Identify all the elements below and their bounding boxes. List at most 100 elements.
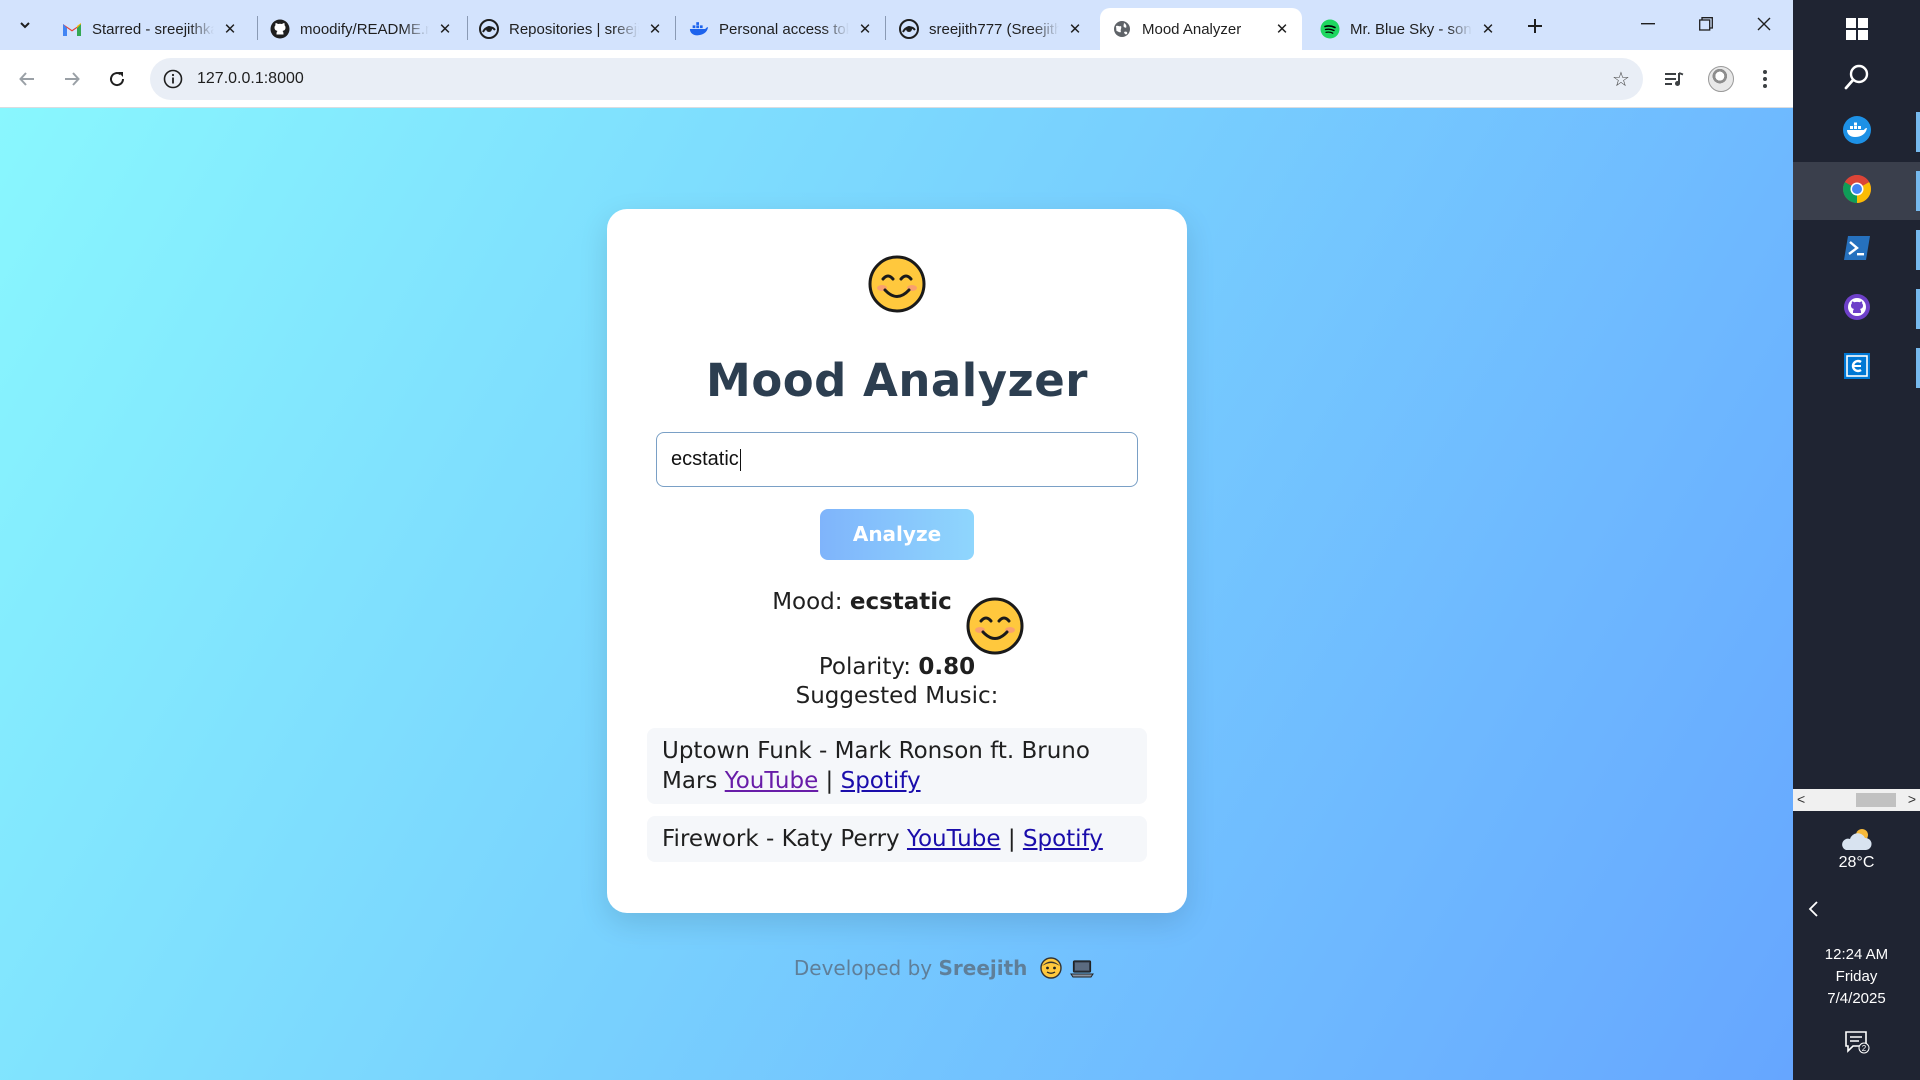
docker-hub-icon xyxy=(479,19,499,39)
profile-button[interactable] xyxy=(1705,63,1737,95)
running-indicator xyxy=(1916,171,1920,211)
close-icon[interactable]: ✕ xyxy=(435,19,455,39)
scrollbar-thumb[interactable] xyxy=(1856,793,1896,807)
playlist-icon xyxy=(1665,72,1684,86)
song-item: Uptown Funk - Mark Ronson ft. Bruno Mars… xyxy=(647,728,1147,804)
tab-separator xyxy=(885,16,886,40)
back-button[interactable] xyxy=(10,62,44,96)
spotify-link[interactable]: Spotify xyxy=(841,768,921,794)
tab-search-button[interactable] xyxy=(10,10,40,40)
tab-docker-repositories[interactable]: Repositories | sreejith ✕ xyxy=(467,8,675,50)
show-hidden-icons-button[interactable] xyxy=(1807,900,1819,924)
mood-label: Mood: xyxy=(772,589,843,615)
clock-day: Friday xyxy=(1835,968,1878,985)
search-button[interactable] xyxy=(1793,48,1920,106)
close-icon[interactable]: ✕ xyxy=(855,19,875,39)
docker-hub-icon xyxy=(899,19,919,39)
tab-title: Repositories | sreejith xyxy=(509,20,639,38)
smiling-face-icon xyxy=(868,255,926,318)
browser-toolbar: 127.0.0.1:8000 ☆ xyxy=(0,50,1793,108)
taskbar-docker-desktop[interactable] xyxy=(1793,103,1920,161)
close-window-button[interactable] xyxy=(1735,0,1793,48)
system-clock[interactable]: 12:24 AM Friday 7/4/2025 xyxy=(1793,944,1920,1010)
windows-taskbar: < > 28°C 12:24 AM Friday 7/4/2025 2 xyxy=(1793,0,1920,1080)
forward-button[interactable] xyxy=(55,62,89,96)
restore-button[interactable] xyxy=(1677,0,1735,48)
mood-analyzer-card: Mood Analyzer ecstatic Analyze Mood: ecs… xyxy=(607,209,1187,913)
taskbar-powershell[interactable] xyxy=(1793,221,1920,279)
notification-icon: 2 xyxy=(1844,1031,1869,1054)
docker-icon xyxy=(689,19,709,39)
youtube-link[interactable]: YouTube xyxy=(907,826,1001,852)
running-indicator xyxy=(1916,289,1920,329)
tab-gmail[interactable]: Starred - sreejithkar ✕ xyxy=(50,8,250,50)
windows-logo-icon xyxy=(1845,18,1868,40)
tab-github-readme[interactable]: moodify/README.md ✕ xyxy=(258,8,465,50)
forward-arrow-icon xyxy=(65,72,80,86)
tab-title: sreejith777 (Sreejith) xyxy=(929,20,1059,38)
notification-center-button[interactable]: 2 xyxy=(1793,1030,1920,1054)
minimize-icon xyxy=(1641,23,1655,25)
close-icon[interactable]: ✕ xyxy=(1272,19,1292,39)
github-desktop-icon xyxy=(1843,293,1871,326)
site-info-icon[interactable] xyxy=(162,68,184,90)
url-text: 127.0.0.1:8000 xyxy=(197,70,304,87)
tab-personal-access-tokens[interactable]: Personal access tokens ✕ xyxy=(677,8,885,50)
close-icon[interactable]: ✕ xyxy=(645,19,665,39)
minimize-button[interactable] xyxy=(1619,0,1677,48)
close-icon[interactable]: ✕ xyxy=(1478,19,1498,39)
address-bar[interactable]: 127.0.0.1:8000 ☆ xyxy=(150,58,1643,100)
mood-input[interactable]: ecstatic xyxy=(656,432,1138,487)
link-separator: | xyxy=(825,768,834,794)
avatar xyxy=(1708,66,1734,92)
suggested-music-heading: Suggested Music: xyxy=(795,683,999,709)
new-tab-button[interactable] xyxy=(1521,12,1549,40)
taskbar-github-desktop[interactable] xyxy=(1793,280,1920,338)
song-item: Firework - Katy Perry YouTube | Spotify xyxy=(647,816,1147,862)
search-icon xyxy=(1844,64,1868,90)
scroll-right-icon[interactable]: > xyxy=(1908,791,1916,807)
taskbar-scrollbar[interactable]: < > xyxy=(1793,789,1920,811)
weather-widget[interactable]: 28°C xyxy=(1793,826,1920,872)
youtube-link[interactable]: YouTube xyxy=(725,768,819,794)
reload-button[interactable] xyxy=(100,62,134,96)
tab-title: Mr. Blue Sky - song xyxy=(1350,20,1472,38)
github-icon xyxy=(270,19,290,39)
page-title: Mood Analyzer xyxy=(706,354,1088,407)
gmail-icon xyxy=(62,19,82,39)
spotify-link[interactable]: Spotify xyxy=(1023,826,1103,852)
tab-mood-analyzer[interactable]: Mood Analyzer ✕ xyxy=(1100,8,1302,50)
chevron-left-icon xyxy=(1808,901,1818,917)
footer-author: Sreejith xyxy=(938,956,1028,980)
media-controls-button[interactable] xyxy=(1658,63,1690,95)
taskbar-azure-data-studio[interactable] xyxy=(1793,339,1920,397)
tab-title: Personal access tokens xyxy=(719,20,849,38)
running-indicator xyxy=(1916,348,1920,388)
running-indicator xyxy=(1916,230,1920,270)
azure-data-studio-icon xyxy=(1843,352,1871,385)
docker-icon xyxy=(1842,115,1872,150)
text-caret xyxy=(739,448,741,471)
tab-separator xyxy=(675,16,676,40)
polarity-result: Polarity: 0.80 xyxy=(607,654,1187,680)
close-icon[interactable]: ✕ xyxy=(1065,19,1085,39)
notification-count: 2 xyxy=(1861,1044,1866,1053)
footer-prefix: Developed by xyxy=(793,956,933,980)
mood-result: Mood: ecstatic xyxy=(607,589,1187,615)
plus-icon xyxy=(1528,19,1542,33)
kebab-menu-icon xyxy=(1763,70,1767,88)
bookmark-star-icon[interactable]: ☆ xyxy=(1609,67,1633,91)
taskbar-chrome[interactable] xyxy=(1793,162,1920,220)
browser-window: Starred - sreejithkar ✕ moodify/README.m… xyxy=(0,0,1793,1080)
scroll-left-icon[interactable]: < xyxy=(1797,791,1805,807)
close-icon[interactable]: ✕ xyxy=(220,19,240,39)
tab-spotify[interactable]: Mr. Blue Sky - song ✕ xyxy=(1308,8,1508,50)
analyze-button[interactable]: Analyze xyxy=(820,509,974,560)
polarity-value: 0.80 xyxy=(918,654,976,680)
smiling-face-icon xyxy=(966,597,1024,660)
tab-docker-profile[interactable]: sreejith777 (Sreejith) ✕ xyxy=(887,8,1095,50)
menu-button[interactable] xyxy=(1749,63,1781,95)
mood-input-value: ecstatic xyxy=(671,448,739,470)
laptop-icon xyxy=(1070,959,1095,984)
clock-date: 7/4/2025 xyxy=(1827,990,1886,1007)
